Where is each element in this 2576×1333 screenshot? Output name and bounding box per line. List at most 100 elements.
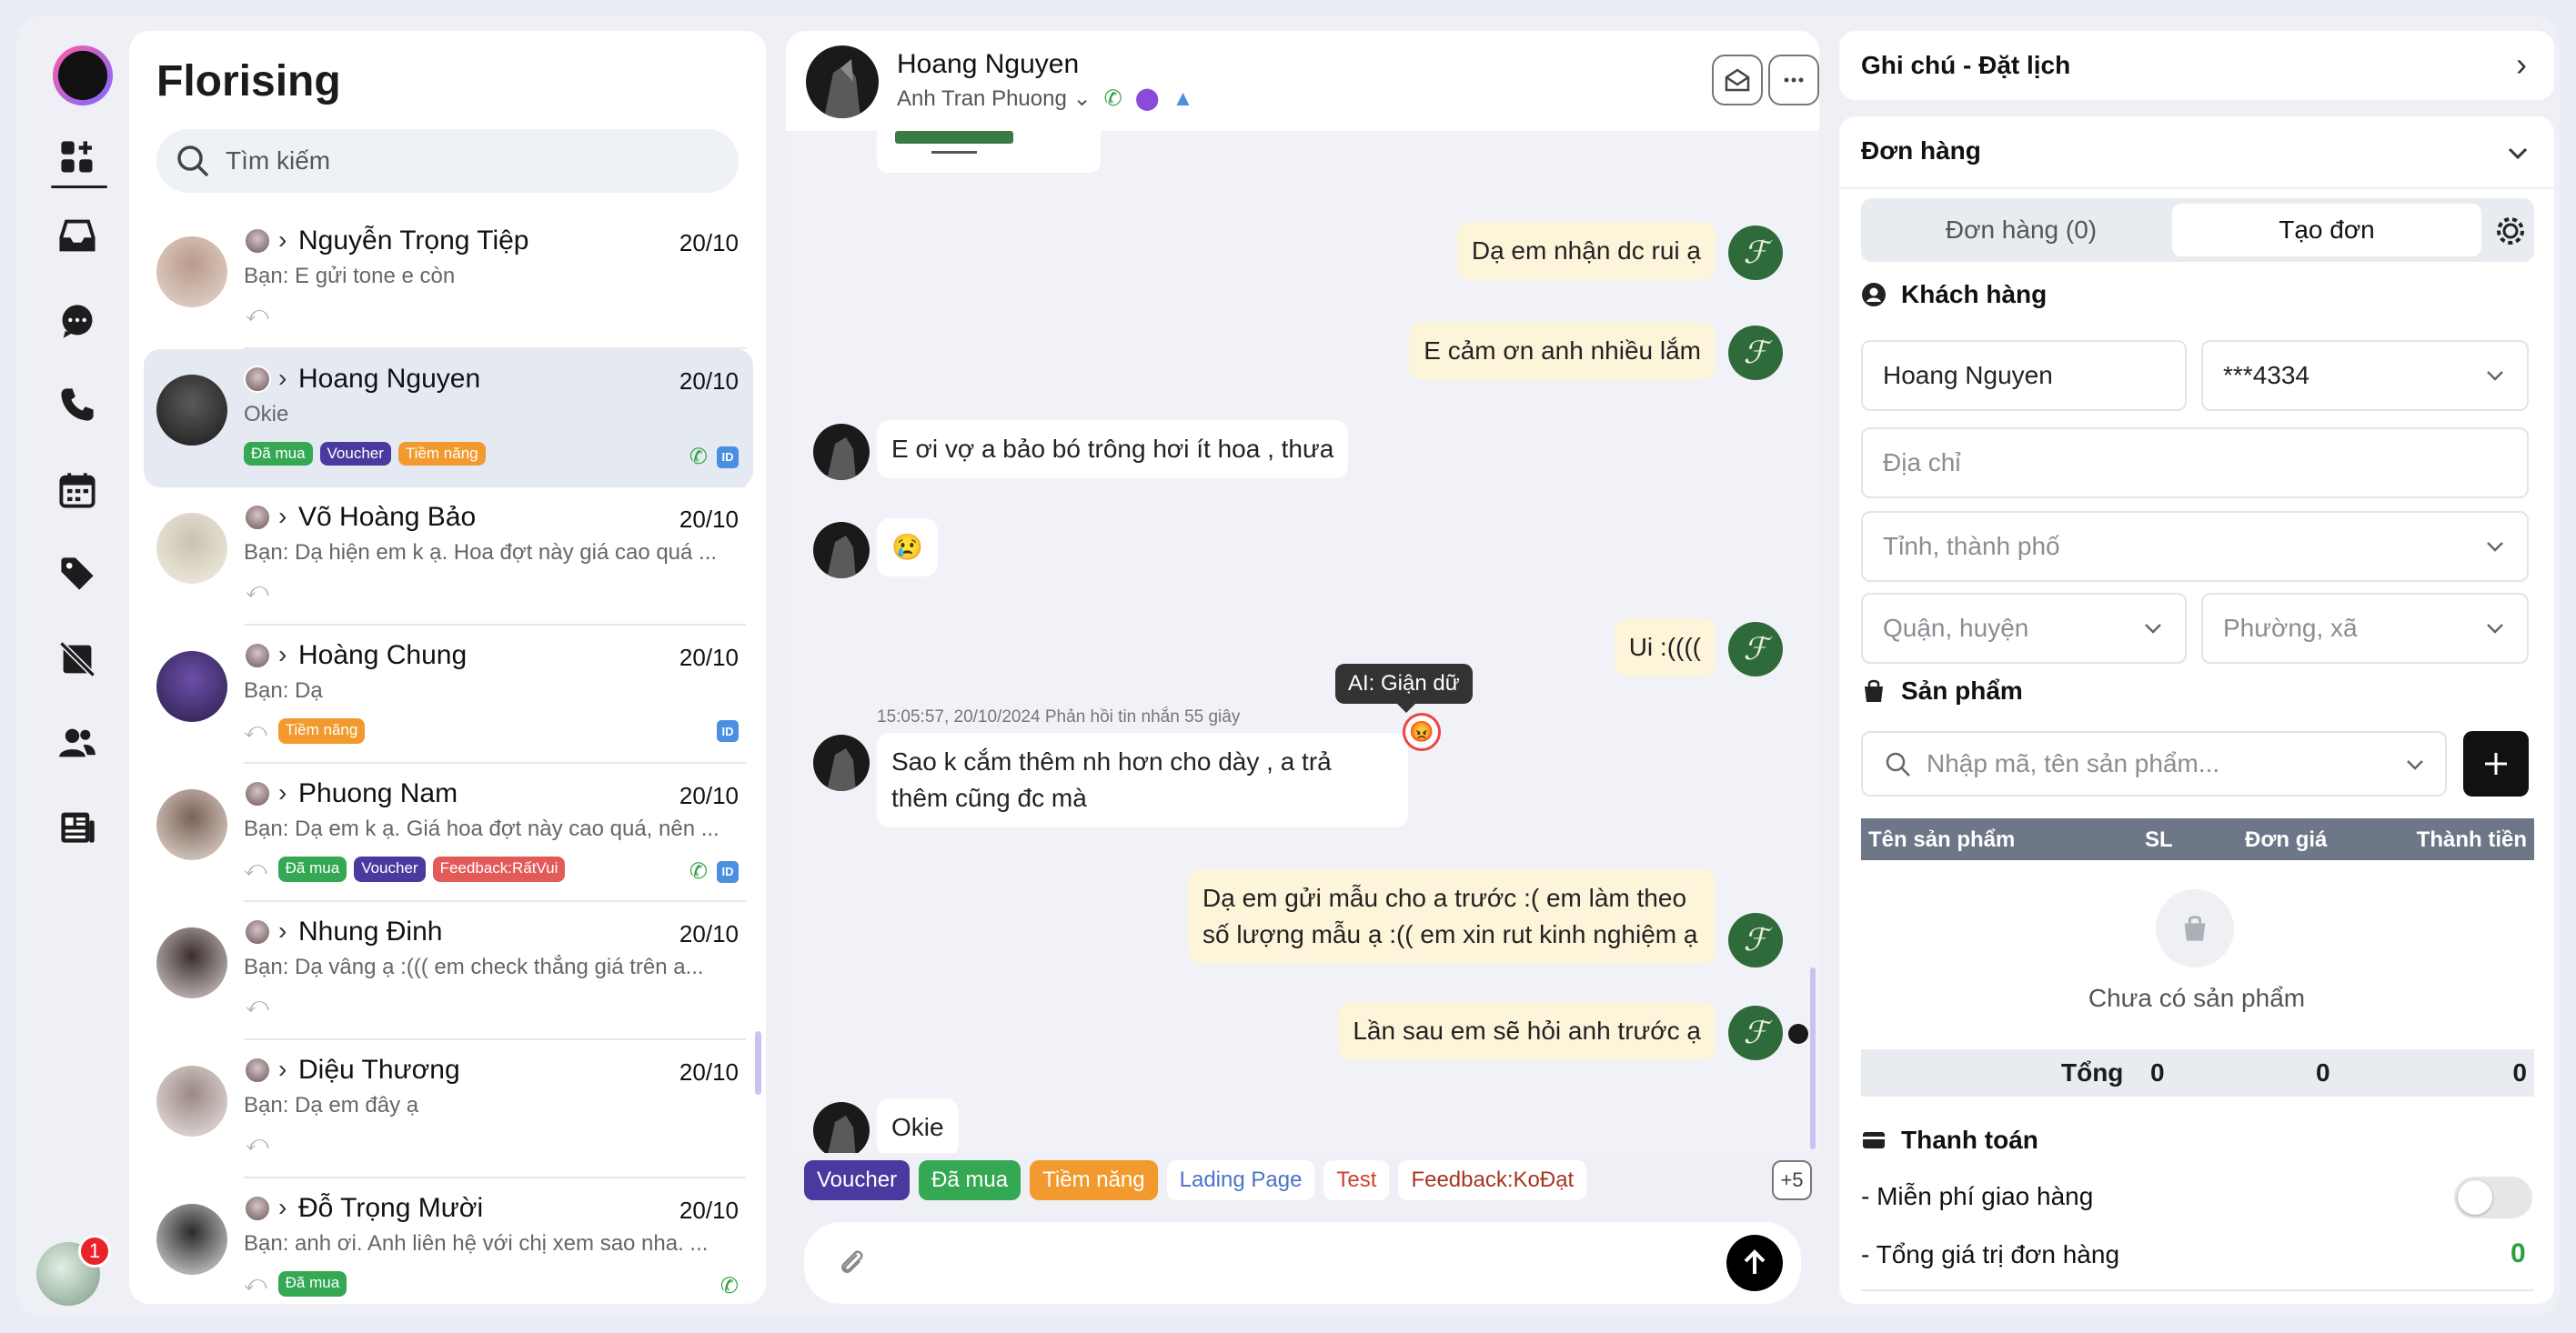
quick-tag[interactable]: Voucher	[804, 1160, 911, 1200]
conversation-item[interactable]: › Nguyễn Trọng Tiệp 20/10 Bạn: E gửi tone e…	[144, 211, 753, 349]
search-box[interactable]	[156, 129, 739, 193]
conversation-item[interactable]: › Hoàng Chung 20/10 Bạn: Dạ ⤺ Tiềm năng ID	[144, 626, 753, 764]
product-search[interactable]: Nhập mã, tên sản phẩm...	[1861, 731, 2447, 797]
assignee-select[interactable]: Anh Tran Phuong ⌄	[897, 85, 1092, 112]
list-scrollbar[interactable]	[755, 1031, 761, 1095]
chevron-down-icon	[2145, 624, 2161, 634]
phone-icon: ✆	[689, 859, 708, 884]
chevron-down-icon[interactable]	[2505, 140, 2531, 165]
conversation-item[interactable]: › Võ Hoàng Bảo 20/10 Bạn: Dạ hiện em k ạ. H…	[144, 487, 753, 626]
notes-card[interactable]: Ghi chú - Đặt lịch ›	[1839, 31, 2554, 100]
spam-icon[interactable]	[51, 633, 104, 686]
customer-title: Khách hàng	[1901, 280, 2048, 308]
conversation-preview: Bạn: Dạ em k ạ. Giá hoa đợt này cao quá,…	[244, 817, 719, 841]
conversation-avatar	[156, 513, 227, 584]
conversation-status-icons: ✆ ID	[689, 444, 739, 470]
quick-tag[interactable]: Feedback:KoĐạt	[1398, 1160, 1587, 1200]
message-bubble[interactable]: E ơi vợ a bảo bó trông hơi ít hoa , thưa	[877, 420, 1349, 478]
messages-icon[interactable]	[51, 295, 104, 347]
conversation-name: Nhung Đinh	[298, 917, 443, 947]
payment-title: Thanh toán	[1901, 1126, 2038, 1154]
location-icon[interactable]: ⬤	[1135, 85, 1160, 112]
calendar-icon[interactable]	[51, 464, 104, 516]
notification-badge: 1	[78, 1235, 111, 1268]
page-avatar	[244, 1057, 271, 1084]
app-logo[interactable]	[53, 45, 113, 105]
contact-avatar[interactable]	[806, 45, 879, 118]
image-message-stub[interactable]	[877, 131, 1101, 173]
free-shipping-label: - Miễn phí giao hàng	[1861, 1182, 2094, 1210]
add-product-button[interactable]	[2463, 731, 2529, 797]
free-shipping-toggle[interactable]	[2454, 1177, 2532, 1218]
quick-tag[interactable]: Test	[1323, 1160, 1390, 1200]
conversation-item[interactable]: › Hoang Nguyen 20/10 Okie Đã mua Voucher Tiềm …	[144, 349, 753, 487]
conversation-tags: ⤺ Đã mua	[244, 1271, 347, 1297]
chat-scrollbar[interactable]	[1810, 967, 1816, 1149]
message-bubble[interactable]: Lần sau em sẽ hỏi anh trước ạ	[1338, 1002, 1716, 1060]
gear-icon[interactable]	[2494, 215, 2527, 247]
message-bubble[interactable]: E cảm ơn anh nhiều lắm	[1409, 322, 1716, 380]
message-bubble[interactable]: 😢	[877, 518, 938, 576]
message-meta: 15:05:57, 20/10/2024 Phản hồi tin nhắn 5…	[877, 707, 1241, 727]
message-bubble[interactable]: Ui :((((	[1614, 618, 1716, 677]
district-placeholder: Quận, huyện	[1883, 614, 2029, 642]
phone-status-icon[interactable]: ✆	[1104, 85, 1122, 112]
message-area[interactable]: Dạ em nhận dc rui ạ ℱ E cảm ơn anh nhiều…	[786, 131, 1819, 1153]
send-button[interactable]	[1726, 1235, 1783, 1291]
conversation-avatar	[156, 375, 227, 446]
district-select[interactable]: Quận, huyện	[1861, 593, 2187, 664]
total-sum: 0	[2512, 1058, 2527, 1087]
more-options-button[interactable]	[1768, 55, 1819, 105]
quick-tag[interactable]: Lading Page	[1166, 1160, 1315, 1200]
contacts-icon[interactable]	[51, 717, 104, 769]
message-bubble[interactable]: Okie	[877, 1098, 959, 1153]
tag-icon[interactable]	[51, 547, 104, 600]
chevron-down-icon	[2487, 371, 2503, 381]
more-tags-button[interactable]: +5	[1772, 1160, 1812, 1200]
quick-tag[interactable]: Tiềm năng	[1030, 1160, 1158, 1200]
agent-avatar: ℱ	[1728, 326, 1783, 380]
ward-select[interactable]: Phường, xã	[2201, 593, 2529, 664]
cone-icon[interactable]: ▲	[1172, 86, 1194, 112]
conversation-item[interactable]: › Đỗ Trọng Mười 20/10 Bạn: anh ơi. Anh liên…	[144, 1178, 753, 1304]
conversation-item[interactable]: › Phuong Nam 20/10 Bạn: Dạ em k ạ. Giá hoa …	[144, 764, 753, 902]
conversation-status-icons: ✆ ID	[689, 858, 739, 885]
angry-emoji-icon[interactable]: 😡	[1403, 713, 1441, 751]
page-avatar	[244, 918, 271, 946]
message-bubble[interactable]: Dạ em nhận dc rui ạ	[1456, 222, 1716, 280]
conversation-date: 20/10	[679, 1197, 739, 1224]
customer-phone-select[interactable]: ***4334	[2201, 340, 2529, 411]
inbox-icon[interactable]	[51, 209, 104, 262]
customer-name-field[interactable]: Hoang Nguyen	[1861, 340, 2187, 411]
seen-avatar	[1788, 1024, 1808, 1044]
payment-section-title: Thanh toán	[1861, 1126, 2038, 1155]
nav-rail: 1	[16, 16, 135, 1317]
message-bubble[interactable]: Dạ em gửi mẫu cho a trước :( em làm theo…	[1188, 869, 1716, 964]
tab-create-order[interactable]: Tạo đơn	[2172, 204, 2481, 256]
reports-icon[interactable]	[51, 800, 104, 853]
chevron-right-icon: ›	[278, 1055, 287, 1083]
quick-tag[interactable]: Đã mua	[919, 1160, 1021, 1200]
city-select[interactable]: Tỉnh, thành phố	[1861, 511, 2529, 582]
contact-name: Hoang Nguyen	[897, 49, 1080, 79]
chevron-right-icon: ›	[2516, 45, 2527, 83]
page-avatar	[244, 780, 271, 807]
paperclip-icon[interactable]	[835, 1246, 868, 1278]
search-icon	[177, 145, 209, 177]
address-field[interactable]: Địa chỉ	[1861, 427, 2529, 498]
mark-read-button[interactable]	[1712, 55, 1763, 105]
tab-orders[interactable]: Đơn hàng (0)	[1867, 204, 2176, 256]
orders-card: Đơn hàng Đơn hàng (0) Tạo đơn Khách hàng…	[1839, 116, 2554, 1304]
conversation-item[interactable]: › Diệu Thương 20/10 Bạn: Dạ em đây ạ ⤺	[144, 1040, 753, 1178]
message-input[interactable]	[886, 1240, 1668, 1286]
search-input[interactable]	[226, 146, 717, 175]
phone-icon[interactable]	[51, 378, 104, 431]
message-bubble[interactable]: Sao k cắm thêm nh hơn cho dày , a trả th…	[877, 733, 1408, 827]
chevron-down-icon	[2487, 542, 2503, 552]
conversation-tags: ⤺ Tiềm năng	[244, 718, 366, 744]
credit-card-icon	[1863, 1132, 1885, 1148]
dashboard-icon[interactable]	[51, 131, 104, 184]
conversation-name: Phuong Nam	[298, 778, 458, 808]
conversation-item[interactable]: › Nhung Đinh 20/10 Bạn: Dạ vâng ạ :((( em c…	[144, 902, 753, 1040]
chat-panel: Hoang Nguyen Anh Tran Phuong ⌄ ✆ ⬤ ▲ Dạ …	[786, 31, 1819, 1304]
